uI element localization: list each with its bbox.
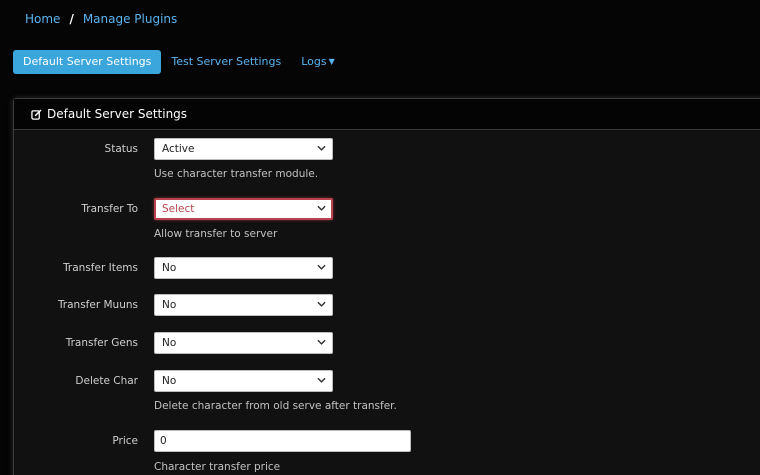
- breadcrumb-home-link[interactable]: Home: [25, 12, 60, 26]
- transfer-to-select[interactable]: Select: [154, 198, 333, 220]
- transfer-muuns-select-value: No: [162, 299, 177, 311]
- tab-label: Logs: [301, 55, 327, 68]
- breadcrumb-separator: /: [69, 12, 74, 26]
- transfer-items-label: Transfer Items: [63, 262, 138, 274]
- delete-char-select[interactable]: No: [154, 370, 333, 392]
- tab-logs[interactable]: Logs ▼: [291, 50, 345, 74]
- chevron-down-icon: [317, 205, 326, 211]
- transfer-items-select[interactable]: No: [154, 257, 333, 279]
- transfer-muuns-label: Transfer Muuns: [57, 299, 138, 311]
- tab-label: Default Server Settings: [23, 55, 152, 68]
- price-help: Character transfer price: [154, 461, 281, 473]
- chevron-down-icon: [317, 377, 326, 383]
- edit-icon: [31, 109, 42, 120]
- caret-down-icon: ▼: [328, 57, 335, 66]
- status-help: Use character transfer module.: [154, 168, 319, 180]
- transfer-to-label: Transfer To: [81, 203, 138, 215]
- price-input-value: 0: [160, 435, 167, 447]
- price-input[interactable]: 0: [154, 430, 411, 452]
- transfer-gens-select-value: No: [162, 337, 177, 349]
- transfer-gens-label: Transfer Gens: [65, 337, 138, 349]
- price-label: Price: [112, 435, 138, 447]
- status-select[interactable]: Active: [154, 138, 333, 160]
- panel-title: Default Server Settings: [47, 107, 188, 121]
- chevron-down-icon: [317, 301, 326, 307]
- status-select-value: Active: [162, 143, 195, 155]
- delete-char-help: Delete character from old serve after tr…: [154, 400, 397, 412]
- chevron-down-icon: [317, 264, 326, 270]
- transfer-to-select-value: Select: [162, 203, 195, 215]
- transfer-muuns-select[interactable]: No: [154, 294, 333, 316]
- transfer-gens-select[interactable]: No: [154, 332, 333, 354]
- chevron-down-icon: [317, 145, 326, 151]
- chevron-down-icon: [317, 339, 326, 345]
- panel-header: Default Server Settings: [14, 99, 760, 130]
- delete-char-select-value: No: [162, 375, 177, 387]
- delete-char-label: Delete Char: [75, 375, 138, 387]
- settings-panel: Default Server Settings Status Active Us…: [13, 98, 760, 475]
- tab-test-server-settings[interactable]: Test Server Settings: [161, 50, 291, 74]
- breadcrumb: Home / Manage Plugins: [25, 12, 177, 26]
- transfer-to-help: Allow transfer to server: [154, 228, 278, 240]
- tab-default-server-settings[interactable]: Default Server Settings: [13, 50, 162, 74]
- transfer-items-select-value: No: [162, 262, 177, 274]
- status-label: Status: [104, 143, 138, 155]
- tab-bar: Default Server Settings Test Server Sett…: [13, 50, 345, 74]
- breadcrumb-current-link[interactable]: Manage Plugins: [83, 12, 177, 26]
- tab-label: Test Server Settings: [171, 55, 282, 68]
